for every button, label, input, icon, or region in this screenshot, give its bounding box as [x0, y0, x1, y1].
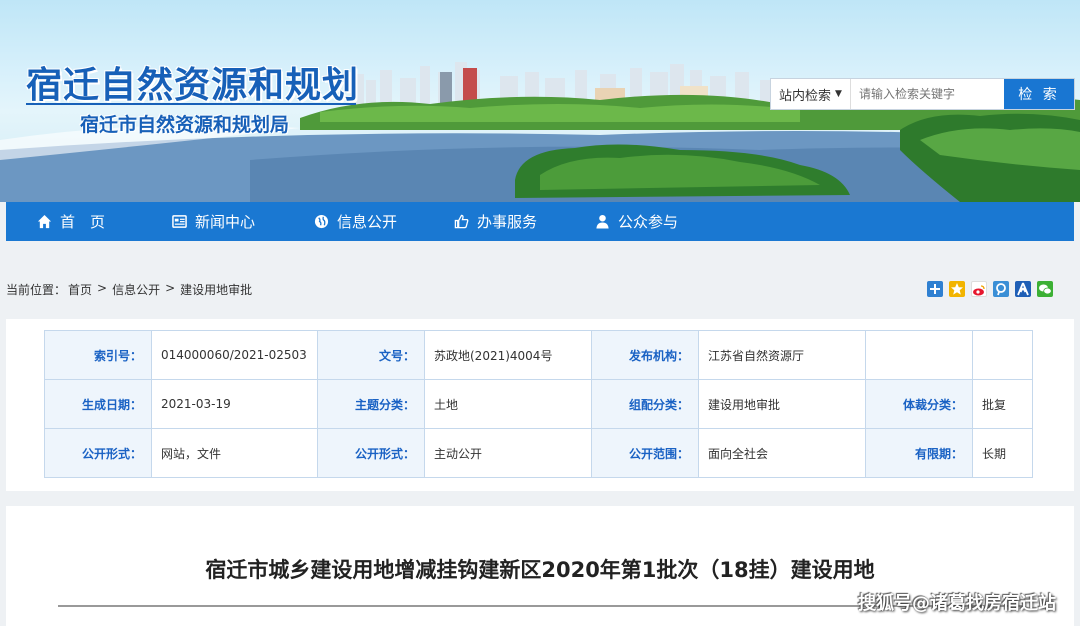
field-label: 主题分类： [317, 379, 425, 429]
field-value: 2021-03-19 [151, 379, 318, 429]
field-label: 公开形式： [317, 428, 425, 478]
breadcrumb-prefix: 当前位置： [6, 283, 67, 297]
home-icon [37, 214, 52, 229]
watermark-text: 搜狐号@诸葛找房宿迁站 [858, 593, 1056, 614]
share-tqq-icon[interactable] [993, 281, 1009, 297]
nav-item-label: 首 页 [60, 213, 106, 231]
table-row: 生成日期： 2021-03-19 主题分类： 土地 组配分类： 建设用地审批 体… [44, 379, 1033, 429]
field-label [865, 330, 973, 380]
search-input[interactable] [851, 79, 1004, 109]
field-label: 发布机构： [591, 330, 699, 380]
article-title: 宿迁市城乡建设用地增减挂钩建新区2020年第1批次（18挂）建设用地 [205, 558, 875, 582]
field-value: 建设用地审批 [698, 379, 866, 429]
nav-item-participation[interactable]: 公众参与 [595, 202, 678, 241]
share-toolbar [927, 281, 1053, 297]
field-value: 面向全社会 [698, 428, 866, 478]
site-title: 宿迁自然资源和规划 [26, 65, 360, 106]
header-banner: 宿迁自然资源和规划 宿迁市自然资源和规划局 站内检索 ▼ 检 索 [0, 0, 1080, 202]
nav-item-label: 新闻中心 [195, 213, 256, 231]
metadata-table: 索引号： 014000060/2021-02503 文号： 苏政地(2021)4… [44, 330, 1033, 478]
search-scope-label: 站内检索 [779, 88, 832, 104]
search-button[interactable]: 检 索 [1004, 79, 1074, 109]
table-row: 索引号： 014000060/2021-02503 文号： 苏政地(2021)4… [44, 330, 1033, 380]
share-weibo-icon[interactable] [971, 281, 987, 297]
field-value: 土地 [424, 379, 592, 429]
field-value: 苏政地(2021)4004号 [424, 330, 592, 380]
breadcrumb-separator: > [165, 281, 176, 295]
breadcrumb-item-info[interactable]: 信息公开 [112, 281, 160, 298]
nav-item-news[interactable]: 新闻中心 [172, 202, 255, 241]
user-icon [596, 214, 609, 229]
field-label: 生成日期： [44, 379, 152, 429]
field-label: 体裁分类： [865, 379, 973, 429]
nav-item-label: 信息公开 [337, 213, 398, 231]
nav-item-services[interactable]: 办事服务 [454, 202, 537, 241]
field-label: 组配分类： [591, 379, 699, 429]
main-nav: 首 页 新闻中心 信息公开 办事服务 公众参与 [6, 202, 1074, 241]
breadcrumb-separator: > [97, 281, 108, 295]
field-value: 网站，文件 [151, 428, 318, 478]
share-renren-icon[interactable] [1015, 281, 1031, 297]
field-label: 索引号： [44, 330, 152, 380]
field-value: 014000060/2021-02503 [151, 330, 318, 380]
news-icon [172, 215, 187, 228]
field-label: 公开形式： [44, 428, 152, 478]
chevron-down-icon: ▼ [835, 89, 842, 99]
breadcrumb-item-current: 建设用地审批 [180, 283, 253, 297]
breadcrumb: 当前位置： 首页 > 信息公开 > 建设用地审批 [6, 281, 252, 298]
nav-item-home[interactable]: 首 页 [37, 202, 105, 241]
field-value: 主动公开 [424, 428, 592, 478]
share-plus-icon[interactable] [927, 281, 943, 297]
search-bar: 站内检索 ▼ 检 索 [770, 78, 1075, 110]
metadata-card: 索引号： 014000060/2021-02503 文号： 苏政地(2021)4… [6, 319, 1074, 491]
breadcrumb-item-home[interactable]: 首页 [68, 281, 92, 298]
field-value: 批复 [972, 379, 1033, 429]
field-label: 公开范围： [591, 428, 699, 478]
field-value: 长期 [972, 428, 1033, 478]
nav-item-label: 公众参与 [618, 213, 679, 231]
search-scope-select[interactable]: 站内检索 ▼ [771, 79, 851, 109]
nav-item-info[interactable]: 信息公开 [314, 202, 397, 241]
share-qzone-icon[interactable] [949, 281, 965, 297]
field-value: 江苏省自然资源厅 [698, 330, 866, 380]
field-label: 有限期： [865, 428, 973, 478]
field-value [972, 330, 1033, 380]
field-label: 文号： [317, 330, 425, 380]
globe-icon [314, 214, 329, 229]
thumbs-up-icon [454, 214, 469, 229]
share-wechat-icon[interactable] [1037, 281, 1053, 297]
site-subtitle: 宿迁市自然资源和规划局 [80, 114, 290, 136]
table-row: 公开形式： 网站，文件 公开形式： 主动公开 公开范围： 面向全社会 有限期： … [44, 428, 1033, 478]
nav-item-label: 办事服务 [477, 213, 538, 231]
